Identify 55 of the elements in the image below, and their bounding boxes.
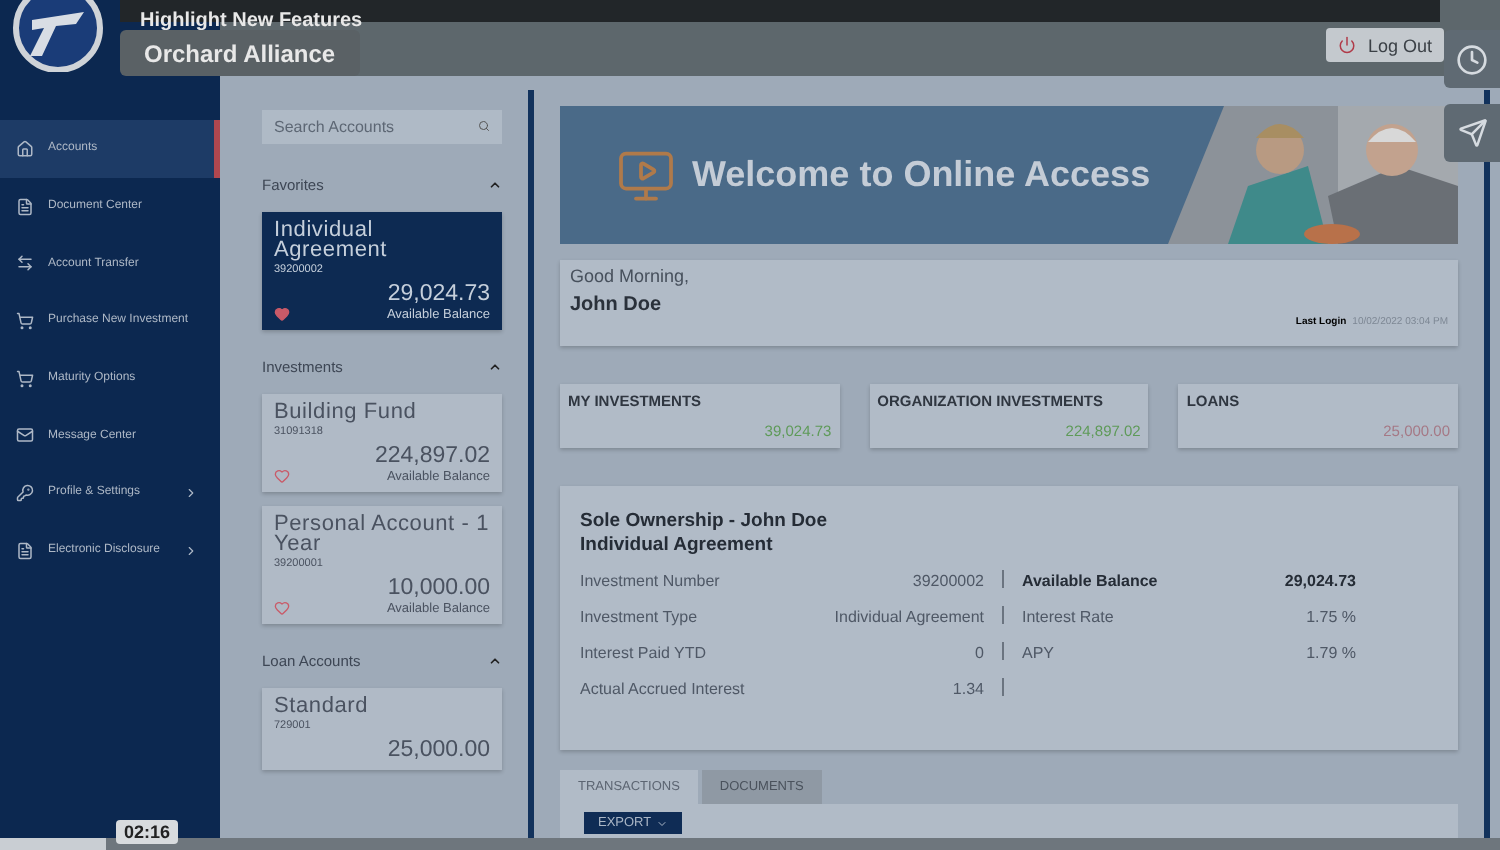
account-name: Standard xyxy=(274,696,371,716)
field-value: 1.75 % xyxy=(1304,606,1356,630)
collapse-icon[interactable] xyxy=(488,360,502,374)
field-label: Actual Accrued Interest xyxy=(580,678,747,702)
field-value: 39200002 xyxy=(910,570,984,594)
user-name: John Doe xyxy=(570,294,664,316)
account-balance: 10,000.00 xyxy=(387,576,490,600)
video-time: 02:16 xyxy=(116,820,179,844)
field-value: 1.34 xyxy=(950,678,984,702)
cart-icon xyxy=(16,369,34,388)
collapse-icon[interactable] xyxy=(488,654,502,668)
field-label: Available Balance xyxy=(1022,570,1160,594)
video-title: Highlight New Features xyxy=(140,10,363,32)
account-name: Individual Agreement xyxy=(274,220,390,260)
field-value: 0 xyxy=(973,642,984,666)
document-icon xyxy=(16,197,34,216)
field-value: Individual Agreement xyxy=(832,606,984,630)
cart-icon xyxy=(16,311,34,330)
field-value: 1.79 % xyxy=(1304,642,1356,666)
clock-icon xyxy=(1456,43,1488,75)
transfer-icon xyxy=(16,254,34,273)
details-title: Sole Ownership - John Doe xyxy=(580,510,830,534)
account-balance: 224,897.02 xyxy=(374,444,490,468)
account-name: Building Fund xyxy=(274,402,419,422)
collapse-icon[interactable] xyxy=(488,178,502,192)
search-field[interactable]: Search Accounts xyxy=(262,110,502,144)
account-balance: 29,024.73 xyxy=(387,282,490,306)
watch-later-button[interactable] xyxy=(1444,30,1500,88)
heart-icon[interactable] xyxy=(274,468,290,484)
heart-icon[interactable] xyxy=(274,306,290,322)
field-label: Investment Number xyxy=(580,570,722,594)
search-icon xyxy=(478,120,490,132)
channel-logo[interactable] xyxy=(8,0,108,72)
caret-icon xyxy=(655,817,668,829)
account-name: Personal Account - 1 Year xyxy=(274,514,490,554)
heart-icon[interactable] xyxy=(274,600,290,616)
send-icon xyxy=(1457,118,1487,148)
banner-title: Welcome to Online Access xyxy=(692,154,1151,196)
channel-name[interactable]: Orchard Alliance xyxy=(120,30,360,76)
document-icon xyxy=(16,541,34,560)
greeting: Good Morning, xyxy=(570,266,692,286)
field-label: APY xyxy=(1022,642,1057,666)
field-label: Interest Rate xyxy=(1022,606,1116,630)
progress-bar[interactable] xyxy=(0,838,1500,850)
field-value: 29,024.73 xyxy=(1282,570,1356,594)
power-icon xyxy=(1337,36,1356,54)
field-label: Investment Type xyxy=(580,606,700,630)
field-label: Interest Paid YTD xyxy=(580,642,708,666)
home-icon xyxy=(16,139,34,158)
logout-button[interactable]: Log Out xyxy=(1325,28,1444,62)
account-balance: 25,000.00 xyxy=(387,738,490,762)
key-icon xyxy=(16,483,34,502)
share-button[interactable] xyxy=(1444,104,1500,162)
mail-icon xyxy=(16,426,34,445)
details-subtitle: Individual Agreement xyxy=(580,534,775,558)
